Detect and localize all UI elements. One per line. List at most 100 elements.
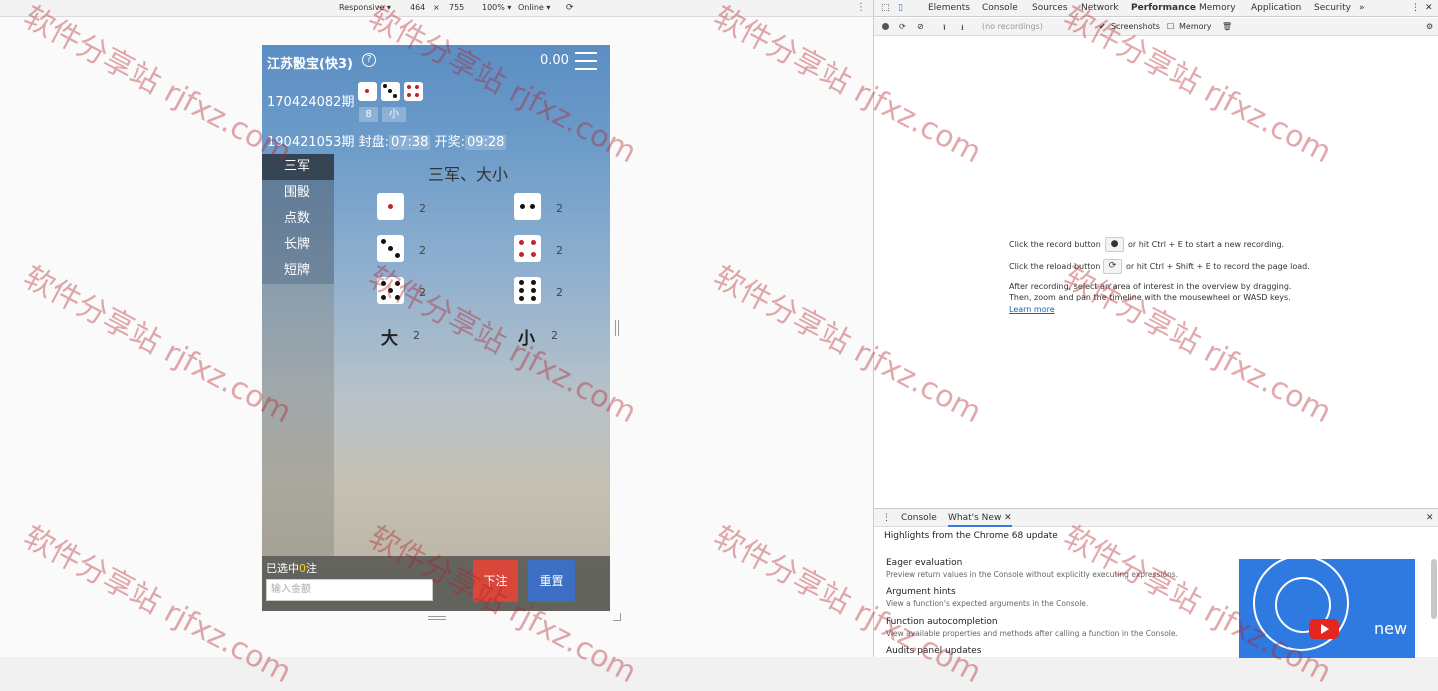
record-hint-pre: Click the record button	[1009, 240, 1101, 249]
chrome-update-video-thumbnail[interactable]: new	[1239, 559, 1415, 658]
close-countdown: 07:38	[388, 135, 431, 150]
close-drawer-icon[interactable]: ✕	[1426, 513, 1434, 523]
learn-more-link[interactable]: Learn more	[1009, 305, 1055, 314]
bet-button[interactable]: 下注	[473, 560, 518, 602]
highlights-heading: Highlights from the Chrome 68 update	[884, 531, 1058, 541]
phone-viewport: 江苏骰宝(快3) ? 0.00 170424082期 8 小 190421053…	[262, 45, 610, 611]
resize-handle-right[interactable]	[615, 320, 619, 336]
nav-item-dianshu[interactable]: 点数	[262, 206, 334, 232]
result-die-1	[358, 82, 377, 101]
odds-small: 2	[551, 329, 558, 342]
nav-item-weitou[interactable]: 围骰	[262, 180, 334, 206]
record-icon[interactable]	[882, 23, 889, 30]
reload-button-hint[interactable]: ⟳	[1103, 259, 1122, 274]
tab-sources[interactable]: Sources	[1032, 3, 1068, 13]
clear-icon[interactable]: ⊘	[917, 22, 924, 31]
network-select[interactable]: Online ▾	[518, 3, 550, 12]
tab-network[interactable]: Network	[1081, 3, 1119, 13]
inspect-icon[interactable]: ⬚	[881, 3, 890, 13]
after-recording-hint-1: After recording, select an area of inter…	[1009, 282, 1292, 291]
bet-type-nav: 三军 围骰 点数 长牌 短牌	[262, 154, 334, 284]
feature-item[interactable]: Eager evaluation Preview return values i…	[886, 558, 1178, 579]
device-toolbar: Responsive ▾ 464 × 755 100% ▾ Online ▾ ⟳…	[0, 0, 873, 17]
result-sum: 8	[359, 107, 378, 122]
screenshots-label: Screenshots	[1111, 22, 1160, 31]
reset-button[interactable]: 重置	[528, 560, 575, 602]
upload-icon[interactable]: ⭱	[943, 22, 946, 36]
width-field[interactable]: 464	[410, 3, 425, 12]
odds-2: 2	[556, 202, 563, 215]
current-issue-row: 190421053期 封盘: 07:38 开奖: 09:28	[267, 131, 507, 150]
open-countdown: 09:28	[464, 135, 507, 150]
bet-die-4[interactable]	[514, 235, 541, 262]
close-label: 封盘:	[358, 135, 389, 150]
after-recording-hint-2: Then, zoom and pan the timeline with the…	[1009, 293, 1291, 302]
recordings-select[interactable]: (no recordings)	[982, 22, 1043, 31]
drawer-scrollbar[interactable]	[1431, 559, 1437, 619]
odds-big: 2	[413, 329, 420, 342]
resize-handle-bottom[interactable]	[428, 616, 446, 620]
record-hint-post: or hit Ctrl + E to start a new recording…	[1128, 240, 1285, 249]
selected-count-text: 已选中0注	[266, 562, 317, 575]
tab-console[interactable]: Console	[982, 3, 1018, 13]
feature-item[interactable]: Argument hints View a function's expecte…	[886, 587, 1088, 608]
memory-label: Memory	[1179, 22, 1212, 31]
bet-die-2[interactable]	[514, 193, 541, 220]
reload-icon[interactable]: ⟳	[899, 22, 906, 31]
tab-performance[interactable]: Performance	[1131, 3, 1196, 13]
promo-new-label: new	[1374, 619, 1408, 638]
nav-item-sanjun[interactable]: 三军	[262, 154, 334, 180]
hamburger-menu-icon[interactable]	[575, 52, 597, 70]
nav-background	[262, 284, 334, 556]
zoom-select[interactable]: 100% ▾	[482, 3, 511, 12]
nav-item-changpai[interactable]: 长牌	[262, 232, 334, 258]
tab-application[interactable]: Application	[1251, 3, 1301, 13]
height-field[interactable]: 755	[449, 3, 464, 12]
odds-4: 2	[556, 244, 563, 257]
devtools-tab-bar: ⬚ ▯ Elements Console Sources Network Per…	[874, 0, 1438, 17]
tab-security[interactable]: Security	[1314, 3, 1351, 13]
tab-memory[interactable]: Memory	[1199, 3, 1236, 13]
drawer-tab-console[interactable]: Console	[901, 513, 937, 523]
performance-toolbar: ⟳ ⊘ ⭱ ⭳ (no recordings) ✔ Screenshots ☐ …	[874, 18, 1438, 36]
selected-count: 0	[299, 562, 306, 575]
bet-small[interactable]: 小	[518, 324, 535, 349]
feature-item[interactable]: Audits panel updates	[886, 646, 981, 656]
help-icon[interactable]: ?	[362, 53, 376, 67]
trash-icon[interactable]: 🗑	[1222, 22, 1232, 31]
odds-3: 2	[419, 244, 426, 257]
odds-6: 2	[556, 286, 563, 299]
settings-gear-icon[interactable]: ⚙	[1426, 22, 1433, 31]
device-toggle-icon[interactable]: ▯	[898, 3, 903, 13]
feature-item[interactable]: Function autocompletion View available p…	[886, 617, 1178, 638]
bet-die-6[interactable]	[514, 277, 541, 304]
device-select[interactable]: Responsive ▾	[339, 3, 391, 12]
drawer-tab-whats-new[interactable]: What's New ✕	[948, 513, 1012, 527]
rotate-icon[interactable]: ⟳	[566, 3, 574, 13]
download-icon[interactable]: ⭳	[961, 22, 964, 36]
bet-die-1[interactable]	[377, 193, 404, 220]
result-die-3	[404, 82, 423, 101]
memory-checkbox[interactable]: ☐	[1167, 22, 1174, 31]
more-options-icon[interactable]: ⋮	[856, 2, 866, 13]
current-issue-number: 190421053期	[267, 135, 355, 150]
amount-input[interactable]: 输入金额	[266, 579, 433, 601]
bet-die-5[interactable]	[377, 277, 404, 304]
nav-item-duanpai[interactable]: 短牌	[262, 258, 334, 284]
result-size: 小	[382, 107, 406, 122]
devtools-panel: ⬚ ▯ Elements Console Sources Network Per…	[873, 0, 1438, 658]
tab-elements[interactable]: Elements	[928, 3, 970, 13]
section-title: 三军、大小	[428, 165, 509, 184]
bet-die-3[interactable]	[377, 235, 404, 262]
resize-handle-corner[interactable]	[613, 613, 621, 621]
close-devtools-icon[interactable]: ✕	[1425, 3, 1433, 13]
drawer-menu-icon[interactable]: ⋮	[882, 513, 891, 523]
reload-hint-pre: Click the reload button	[1009, 262, 1101, 271]
bet-big[interactable]: 大	[381, 324, 398, 349]
device-emulation-area: Responsive ▾ 464 × 755 100% ▾ Online ▾ ⟳…	[0, 0, 873, 657]
more-tabs-icon[interactable]: »	[1359, 3, 1365, 13]
screenshots-checkbox[interactable]: ✔	[1099, 22, 1106, 31]
devtools-menu-icon[interactable]: ⋮	[1411, 3, 1420, 13]
youtube-play-icon[interactable]	[1309, 619, 1339, 639]
record-button-hint[interactable]: ●	[1105, 237, 1124, 252]
